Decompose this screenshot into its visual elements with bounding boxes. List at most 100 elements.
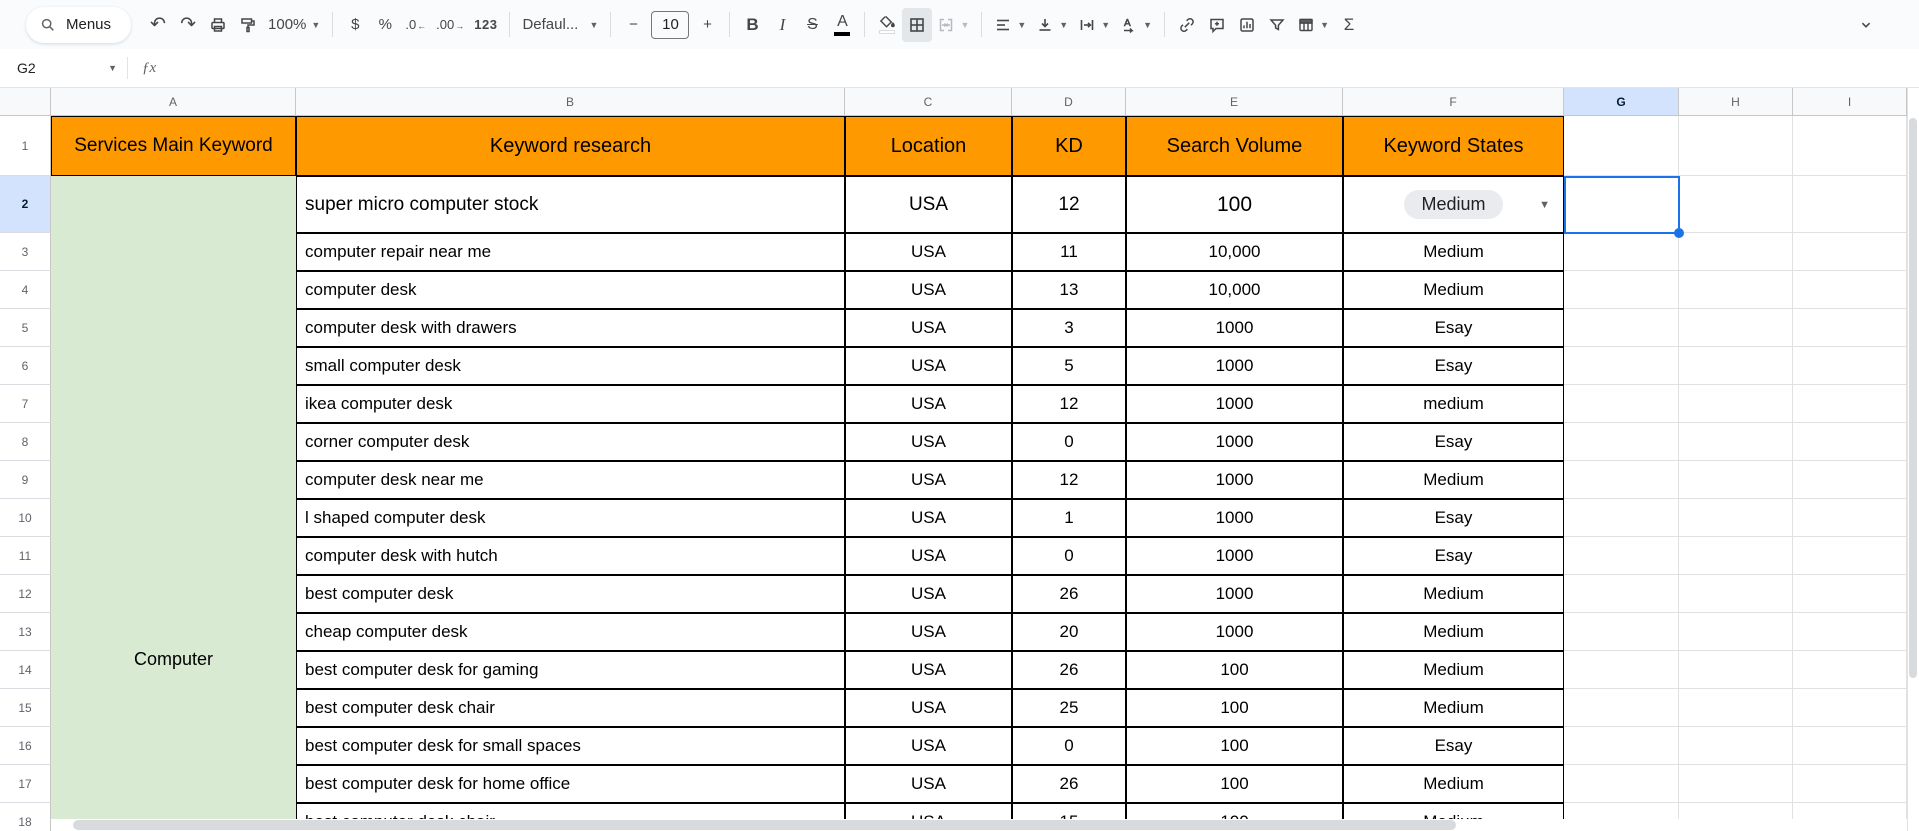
cell-dropdown-arrow[interactable]: ▼ [1539, 199, 1550, 211]
cell-F16[interactable]: Esay [1343, 727, 1564, 765]
cell-D9[interactable]: 12 [1012, 461, 1126, 499]
row-header-12[interactable]: 12 [0, 575, 51, 613]
row-header-10[interactable]: 10 [0, 499, 51, 537]
cell-I8[interactable] [1793, 423, 1907, 461]
formula-input[interactable] [156, 49, 1919, 87]
increase-font-size-button[interactable]: + [692, 8, 722, 42]
cell-H15[interactable] [1679, 689, 1793, 727]
row-header-6[interactable]: 6 [0, 347, 51, 385]
cell-B5[interactable]: computer desk with drawers [296, 309, 845, 347]
cell-E14[interactable]: 100 [1126, 651, 1343, 689]
cell-I15[interactable] [1793, 689, 1907, 727]
cell-E9[interactable]: 1000 [1126, 461, 1343, 499]
cell-G7[interactable] [1564, 385, 1679, 423]
cell-C5[interactable]: USA [845, 309, 1012, 347]
column-header-D[interactable]: D [1012, 88, 1126, 116]
column-header-A[interactable]: A [51, 88, 296, 116]
vertical-scrollbar-thumb[interactable] [1909, 118, 1917, 678]
zoom-control[interactable]: 100% ▼ [263, 8, 325, 42]
cell-H9[interactable] [1679, 461, 1793, 499]
cell-F3[interactable]: Medium [1343, 233, 1564, 271]
paint-format-button[interactable] [233, 8, 263, 42]
cell-B9[interactable]: computer desk near me [296, 461, 845, 499]
strikethrough-button[interactable]: S [797, 8, 827, 42]
column-header-E[interactable]: E [1126, 88, 1343, 116]
cell-G13[interactable] [1564, 613, 1679, 651]
cell-D5[interactable]: 3 [1012, 309, 1126, 347]
cell-I14[interactable] [1793, 651, 1907, 689]
cell-F15[interactable]: Medium [1343, 689, 1564, 727]
horizontal-scrollbar[interactable] [51, 819, 1907, 831]
cell-I1[interactable] [1793, 116, 1907, 176]
cell-H17[interactable] [1679, 765, 1793, 803]
column-header-I[interactable]: I [1793, 88, 1907, 116]
cell-B3[interactable]: computer repair near me [296, 233, 845, 271]
cell-F9[interactable]: Medium [1343, 461, 1564, 499]
cell-C8[interactable]: USA [845, 423, 1012, 461]
column-header-H[interactable]: H [1679, 88, 1793, 116]
cell-G8[interactable] [1564, 423, 1679, 461]
collapse-toolbar-button[interactable] [1851, 8, 1881, 42]
cell-C10[interactable]: USA [845, 499, 1012, 537]
insert-link-button[interactable] [1172, 8, 1202, 42]
decrease-font-size-button[interactable]: − [618, 8, 648, 42]
cell-E2[interactable]: 100 [1126, 176, 1343, 233]
row-header-18[interactable]: 18 [0, 803, 51, 831]
cell-E1[interactable]: Search Volume [1126, 116, 1343, 176]
cell-E11[interactable]: 1000 [1126, 537, 1343, 575]
cell-I6[interactable] [1793, 347, 1907, 385]
cell-C3[interactable]: USA [845, 233, 1012, 271]
cell-D7[interactable]: 12 [1012, 385, 1126, 423]
cell-D17[interactable]: 26 [1012, 765, 1126, 803]
cell-C2[interactable]: USA [845, 176, 1012, 233]
cell-B1[interactable]: Keyword research [296, 116, 845, 176]
row-header-7[interactable]: 7 [0, 385, 51, 423]
cell-I3[interactable] [1793, 233, 1907, 271]
cell-C11[interactable]: USA [845, 537, 1012, 575]
cell-H1[interactable] [1679, 116, 1793, 176]
merged-cell-a-computer[interactable]: Computer [51, 176, 296, 831]
bold-button[interactable]: B [737, 8, 767, 42]
cell-H4[interactable] [1679, 271, 1793, 309]
cell-G14[interactable] [1564, 651, 1679, 689]
cell-G12[interactable] [1564, 575, 1679, 613]
insert-chart-button[interactable] [1232, 8, 1262, 42]
decrease-decimal-button[interactable]: .0← [400, 8, 431, 42]
cell-B6[interactable]: small computer desk [296, 347, 845, 385]
cell-C13[interactable]: USA [845, 613, 1012, 651]
print-button[interactable] [203, 8, 233, 42]
text-wrap-button[interactable]: ▼ [1073, 8, 1115, 42]
cell-D2[interactable]: 12 [1012, 176, 1126, 233]
cell-C6[interactable]: USA [845, 347, 1012, 385]
cell-D10[interactable]: 1 [1012, 499, 1126, 537]
cell-G17[interactable] [1564, 765, 1679, 803]
cell-E3[interactable]: 10,000 [1126, 233, 1343, 271]
cell-F4[interactable]: Medium [1343, 271, 1564, 309]
cell-A1[interactable]: Services Main Keyword [51, 116, 296, 176]
dropdown-chip[interactable]: Medium [1404, 190, 1502, 219]
column-header-G[interactable]: G [1564, 88, 1679, 116]
more-formats-button[interactable]: 123 [469, 8, 502, 42]
horizontal-align-button[interactable]: ▼ [989, 8, 1031, 42]
cell-C7[interactable]: USA [845, 385, 1012, 423]
row-header-2[interactable]: 2 [0, 176, 51, 233]
cell-H3[interactable] [1679, 233, 1793, 271]
cell-I16[interactable] [1793, 727, 1907, 765]
cell-H5[interactable] [1679, 309, 1793, 347]
cell-H13[interactable] [1679, 613, 1793, 651]
cell-F13[interactable]: Medium [1343, 613, 1564, 651]
cell-C1[interactable]: Location [845, 116, 1012, 176]
cell-H2[interactable] [1679, 176, 1793, 233]
italic-button[interactable]: I [767, 8, 797, 42]
cell-C15[interactable]: USA [845, 689, 1012, 727]
cell-F17[interactable]: Medium [1343, 765, 1564, 803]
cell-B16[interactable]: best computer desk for small spaces [296, 727, 845, 765]
vertical-scrollbar[interactable] [1907, 88, 1919, 831]
cell-I5[interactable] [1793, 309, 1907, 347]
cell-G16[interactable] [1564, 727, 1679, 765]
column-header-B[interactable]: B [296, 88, 845, 116]
cell-H12[interactable] [1679, 575, 1793, 613]
cell-E16[interactable]: 100 [1126, 727, 1343, 765]
merge-cells-button[interactable]: ▼ [932, 8, 974, 42]
cell-B17[interactable]: best computer desk for home office [296, 765, 845, 803]
